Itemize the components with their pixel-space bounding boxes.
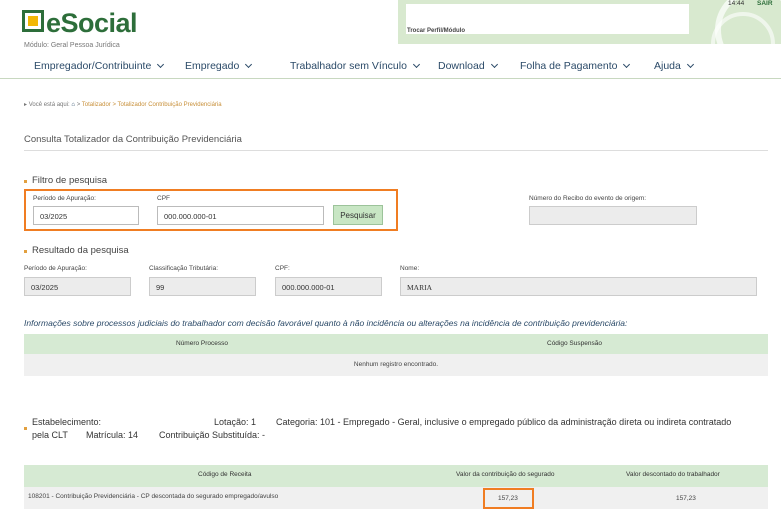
breadcrumb-current: Totalizador Contribuição Previdenciária [117,102,222,108]
breadcrumb-totalizador[interactable]: Totalizador [82,102,111,108]
sair-button[interactable]: SAIR [757,0,773,7]
menu-folha-pagamento[interactable]: Folha de Pagamento [520,60,631,72]
nome-value: MARIA [400,277,757,296]
session-clock: 14:44 [728,0,745,7]
home-icon[interactable]: ⌂ [71,102,75,108]
chevron-down-icon [157,60,165,69]
valor-highlight-box [483,488,534,509]
categoria-label: Categoria: 101 - Empregado - Geral, incl… [276,417,732,427]
section-bullet-icon [24,427,27,430]
processos-info-text: Informações sobre processos judiciais do… [24,318,628,328]
nome-label: Nome: [400,265,420,272]
section-bullet-icon [24,180,27,183]
processos-table-header: Número Processo Código Suspensão [24,334,768,354]
cpf-input[interactable]: 000.000.000-01 [157,206,324,225]
lotacao-label: Lotação: 1 [214,417,257,427]
col-valor-descontado: Valor descontado do trabalhador [626,471,720,478]
receitas-table-header: Código de Receita Valor da contribuição … [24,465,768,487]
classificacao-value: 99 [149,277,256,296]
result-periodo-label: Período de Apuração: [24,265,87,272]
chevron-down-icon [686,60,694,69]
recibo-input[interactable] [529,206,697,225]
recibo-label: Número do Recibo do evento de origem: [529,195,647,202]
matricula-label: Matrícula: 14 [86,430,139,440]
result-cpf-label: CPF: [275,265,290,272]
col-codigo-suspensao: Código Suspensão [547,340,602,347]
codigo-receita-cell: 108201 - Contribuição Previdenciária - C… [28,493,279,500]
menu-empregador[interactable]: Empregador/Contribuinte [34,60,165,72]
chevron-down-icon [490,60,498,69]
col-numero-processo: Número Processo [176,340,229,347]
clt-label: pela CLT [32,430,68,440]
menu-trabalhador-sem-vinculo[interactable]: Trabalhador sem Vínculo [290,60,420,72]
chevron-down-icon [412,60,420,69]
result-cpf-value: 000.000.000-01 [275,277,382,296]
valor-descontado-cell: 157,23 [676,495,696,502]
chevron-down-icon [623,60,631,69]
empty-message: Nenhum registro encontrado. [353,361,439,368]
trocar-perfil-link[interactable]: Trocar Perfil/Módulo [407,28,465,34]
breadcrumb: ▸ Você está aqui: ⌂ > Totalizador > Tota… [24,102,222,108]
module-label: Módulo: Geral Pessoa Jurídica [24,42,120,49]
esocial-logo-icon [22,10,44,32]
col-codigo-receita: Código de Receita [198,471,252,478]
result-periodo-value: 03/2025 [24,277,131,296]
periodo-label: Período de Apuração: [33,195,96,202]
result-section-title: Resultado da pesquisa [32,245,129,256]
title-divider [24,150,768,151]
contribuicao-substituida-label: Contribuição Substituída: - [159,430,266,440]
page-title: Consulta Totalizador da Contribuição Pre… [24,134,242,145]
esocial-logo-text: eSocial [46,8,138,38]
classificacao-label: Classificação Tributária: [149,265,218,272]
section-bullet-icon [24,250,27,253]
filter-section-title: Filtro de pesquisa [32,175,107,186]
estabelecimento-label: Estabelecimento: [32,417,102,427]
col-valor-segurado: Valor da contribuição do segurado [456,471,555,478]
cpf-label: CPF [157,195,170,202]
chevron-down-icon [245,60,253,69]
search-button[interactable]: Pesquisar [333,205,383,225]
menu-empregado[interactable]: Empregado [185,60,253,72]
processos-empty-row: Nenhum registro encontrado. [24,354,768,376]
menu-download[interactable]: Download [438,60,498,72]
periodo-input[interactable]: 03/2025 [33,206,139,225]
menu-ajuda[interactable]: Ajuda [654,60,694,72]
breadcrumb-bullet-icon: ▸ [24,102,28,108]
main-menu: Empregador/Contribuinte Empregado Trabal… [0,56,781,79]
table-row: 108201 - Contribuição Previdenciária - C… [24,487,768,509]
